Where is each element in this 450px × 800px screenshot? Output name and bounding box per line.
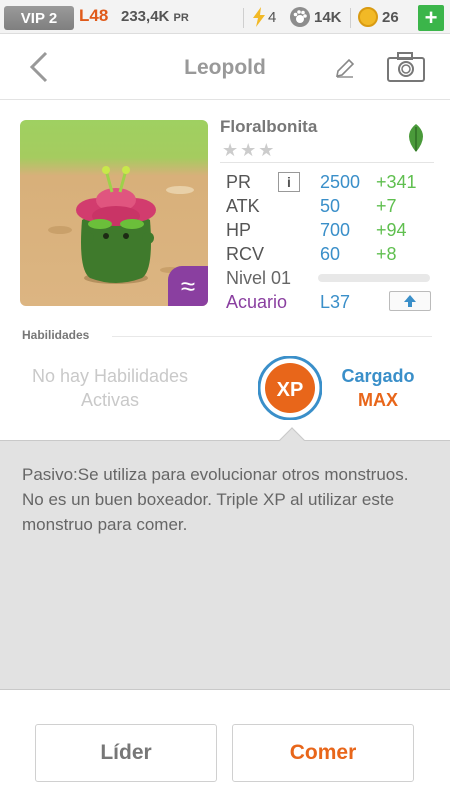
description-text: Pasivo:Se utiliza para evolucionar otros… — [22, 465, 409, 534]
vip-badge[interactable]: VIP 2 — [4, 6, 74, 30]
status-divider — [350, 8, 351, 28]
coin-icon — [358, 7, 378, 27]
xp-icon[interactable]: XP — [258, 356, 322, 420]
monster-type: Acuario — [226, 292, 288, 312]
stats-divider — [220, 162, 434, 163]
type-level: L37 — [320, 292, 351, 312]
pr-unit: PR — [173, 12, 189, 24]
paw-value: 14K — [314, 8, 342, 26]
stat-value: 60 — [320, 244, 341, 264]
stat-label: HP — [226, 220, 252, 240]
energy-value: 4 — [268, 8, 277, 26]
lightning-icon — [253, 7, 265, 27]
stat-bonus: +341 — [376, 172, 417, 192]
coin-value: 26 — [382, 8, 399, 26]
stat-bonus: +8 — [376, 244, 397, 264]
level-progress-bar — [318, 274, 430, 282]
paw-counter[interactable]: 14K — [290, 7, 342, 27]
status-bar: VIP 2 L48 233,4K PR 4 14K 26 + — [0, 0, 450, 34]
leader-button[interactable]: Líder — [35, 724, 217, 782]
pencil-icon[interactable] — [333, 56, 357, 80]
player-level: L48 — [79, 6, 109, 25]
monster-name: Floralbonita — [220, 117, 318, 136]
page-title: Leopold — [184, 56, 266, 79]
camera-icon[interactable] — [387, 52, 425, 82]
coin-counter[interactable]: 26 — [358, 7, 399, 27]
star-rating: ★★★ — [222, 140, 277, 160]
charged-label: Cargado — [341, 366, 415, 386]
stat-bonus: +7 — [376, 196, 397, 216]
max-label: MAX — [358, 390, 398, 410]
leaf-element-icon — [400, 122, 432, 154]
monster-portrait[interactable]: ≈ — [20, 120, 208, 306]
paw-icon — [290, 7, 310, 27]
xp-label: XP — [277, 379, 304, 401]
stat-value: 2500 — [320, 172, 361, 192]
skills-heading: Habilidades — [22, 328, 90, 342]
energy-counter[interactable]: 4 — [252, 7, 276, 27]
stat-label: PR — [226, 172, 252, 192]
stat-label: RCV — [226, 244, 265, 264]
no-active-skills-text: No hay Habilidades Activas — [31, 366, 189, 410]
add-coins-button[interactable]: + — [418, 5, 444, 31]
eat-button[interactable]: Comer — [232, 724, 414, 782]
skills-divider — [112, 336, 432, 337]
status-divider — [243, 8, 244, 28]
player-pr: 233,4K PR — [121, 8, 189, 25]
stat-bonus: +94 — [376, 220, 407, 240]
monster-level: Nivel 01 — [226, 268, 292, 288]
info-icon[interactable]: i — [278, 172, 300, 192]
stat-label: ATK — [226, 196, 260, 216]
pr-value: 233,4K — [121, 8, 170, 25]
upgrade-button[interactable] — [389, 291, 431, 311]
stat-value: 50 — [320, 196, 341, 216]
water-element-icon: ≈ — [168, 266, 208, 306]
stat-value: 700 — [320, 220, 351, 240]
header: Leopold — [0, 34, 450, 100]
arrow-up-icon — [404, 295, 416, 307]
